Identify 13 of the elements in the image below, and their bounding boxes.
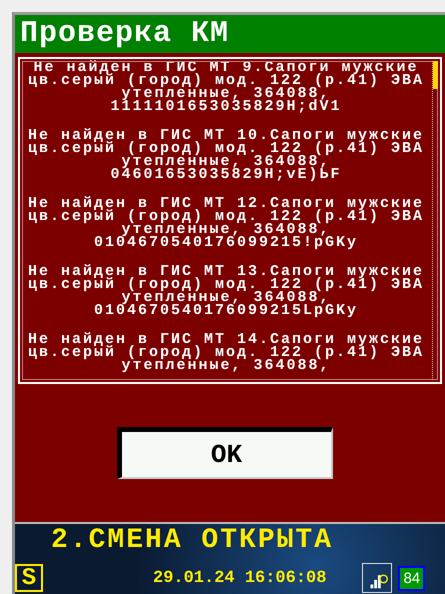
error-message: Не найден в ГИС МТ 12.Сапоги мужские цв.серый (город) мод. 122 (р.41) ЭВА утепленные, 364088, 0104670540176099215!pGKy xyxy=(26,197,426,249)
signal-icon xyxy=(362,563,392,593)
scrollbar-track[interactable] xyxy=(432,61,438,380)
battery-level: 84 xyxy=(398,566,426,590)
date-time: 29.01.24 16:06:08 xyxy=(153,568,326,588)
window-title: Проверка КМ xyxy=(19,16,230,53)
error-message: Не найден в ГИС МТ 10.Сапоги мужские цв.серый (город) мод. 122 (р.41) ЭВА утепленные, 364088, 04601653035829H;vE)ЬF xyxy=(26,129,426,181)
ok-button[interactable]: OK xyxy=(117,427,333,480)
error-message: Не найден в ГИС МТ 14.Сапоги мужские цв.серый (город) мод. 122 (р.41) ЭВА утепленные, 364088, xyxy=(26,333,426,372)
shift-status: 2.СМЕНА ОТКРЫТА xyxy=(50,526,334,556)
mode-indicator: S xyxy=(15,564,43,592)
scrollbar-thumb[interactable] xyxy=(433,61,438,89)
error-message: Не найден в ГИС МТ 13.Сапоги мужские цв.серый (город) мод. 122 (р.41) ЭВА утепленные, 364088, 0104670540176099215LpGKy xyxy=(26,265,426,317)
